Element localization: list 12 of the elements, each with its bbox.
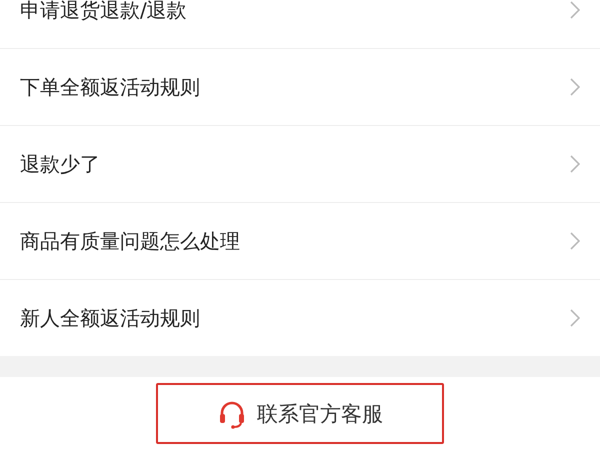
- chevron-right-icon: [570, 1, 580, 19]
- chevron-right-icon: [570, 232, 580, 250]
- chevron-right-icon: [570, 78, 580, 96]
- headset-icon: [217, 398, 247, 428]
- faq-item[interactable]: 退款少了: [0, 126, 600, 203]
- contact-support-button[interactable]: 联系官方客服: [156, 383, 444, 444]
- faq-item[interactable]: 申请退货退款/退款: [0, 0, 600, 49]
- chevron-right-icon: [570, 309, 580, 327]
- faq-item[interactable]: 下单全额返活动规则: [0, 49, 600, 126]
- faq-item[interactable]: 新人全额返活动规则: [0, 280, 600, 356]
- faq-item[interactable]: 商品有质量问题怎么处理: [0, 203, 600, 280]
- chevron-right-icon: [570, 155, 580, 173]
